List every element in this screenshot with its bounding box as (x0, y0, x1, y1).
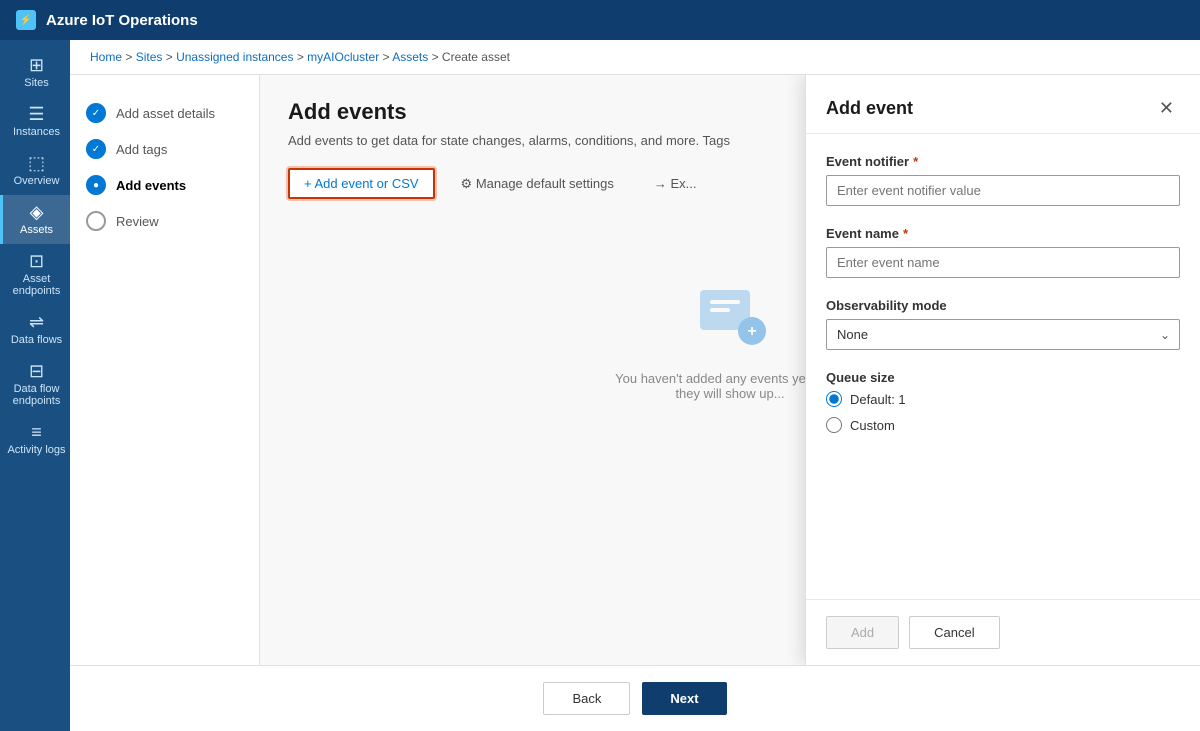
overview-icon: ⬚ (28, 154, 45, 172)
svg-text:+: + (747, 323, 756, 340)
main-content: Add events Add events to get data for st… (260, 75, 1200, 665)
main-layout: ⊞ Sites ☰ Instances ⬚ Overview ◈ Assets … (0, 40, 1200, 731)
observability-mode-label: Observability mode (826, 298, 1180, 313)
step-circle-4 (86, 211, 106, 231)
observability-mode-group: Observability mode None Log Gauge Counte… (826, 298, 1180, 350)
breadcrumb-assets[interactable]: Assets (392, 50, 428, 64)
data-flow-endpoints-icon: ⊟ (29, 362, 44, 380)
activity-logs-icon: ≡ (31, 423, 42, 441)
sidebar-item-data-flows[interactable]: ⇌ Data flows (0, 305, 70, 354)
step-circle-1: ✓ (86, 103, 106, 123)
breadcrumb-unassigned[interactable]: Unassigned instances (176, 50, 293, 64)
page-body: ✓ Add asset details ✓ Add tags ● Add eve… (70, 75, 1200, 665)
sidebar-label-instances: Instances (13, 126, 60, 138)
step-label-3: Add events (116, 178, 186, 193)
breadcrumb: Home > Sites > Unassigned instances > my… (70, 40, 1200, 75)
observability-mode-select[interactable]: None Log Gauge Counter (826, 319, 1180, 350)
sidebar-label-activity-logs: Activity logs (7, 444, 65, 456)
event-notifier-group: Event notifier * (826, 154, 1180, 206)
queue-size-custom-radio[interactable] (826, 417, 842, 433)
next-button[interactable]: Next (642, 682, 726, 715)
event-name-label: Event name * (826, 226, 1180, 241)
page-description: Add events to get data for state changes… (288, 133, 888, 148)
breadcrumb-home[interactable]: Home (90, 50, 122, 64)
queue-size-label: Queue size (826, 370, 1180, 385)
breadcrumb-sites[interactable]: Sites (136, 50, 163, 64)
asset-endpoints-icon: ⊡ (29, 252, 44, 270)
add-event-label: + Add event or CSV (304, 176, 419, 191)
panel-add-button[interactable]: Add (826, 616, 899, 649)
sidebar-label-overview: Overview (14, 175, 60, 187)
sites-icon: ⊞ (29, 56, 44, 74)
sidebar-item-overview[interactable]: ⬚ Overview (0, 146, 70, 195)
queue-size-custom-option[interactable]: Custom (826, 417, 1180, 433)
sidebar: ⊞ Sites ☰ Instances ⬚ Overview ◈ Assets … (0, 40, 70, 731)
panel-header: Add event ✕ (806, 75, 1200, 134)
data-flows-icon: ⇌ (29, 313, 44, 331)
panel-title: Add event (826, 98, 913, 119)
bottom-bar: Back Next (70, 665, 1200, 731)
step-label-4: Review (116, 214, 159, 229)
breadcrumb-cluster[interactable]: myAIOcluster (307, 50, 379, 64)
sidebar-item-asset-endpoints[interactable]: ⊡ Asset endpoints (0, 244, 70, 305)
sidebar-label-asset-endpoints: Asset endpoints (7, 273, 66, 297)
queue-size-default-option[interactable]: Default: 1 (826, 391, 1180, 407)
event-name-required: * (903, 226, 908, 241)
step-add-asset-details[interactable]: ✓ Add asset details (86, 95, 243, 131)
panel-body: Event notifier * Event name * (806, 134, 1200, 599)
empty-state-illustration: + (690, 275, 770, 355)
panel-cancel-button[interactable]: Cancel (909, 616, 999, 649)
panel-footer: Add Cancel (806, 599, 1200, 665)
sidebar-item-data-flow-endpoints[interactable]: ⊟ Data flow endpoints (0, 354, 70, 415)
empty-state-subtext: they will show up... (675, 386, 784, 401)
export-button[interactable]: → Ex... (640, 170, 711, 197)
sidebar-label-data-flow-endpoints: Data flow endpoints (7, 383, 66, 407)
sidebar-item-assets[interactable]: ◈ Assets (0, 195, 70, 244)
step-review[interactable]: Review (86, 203, 243, 239)
sidebar-label-sites: Sites (24, 77, 48, 89)
event-notifier-required: * (913, 154, 918, 169)
event-name-input[interactable] (826, 247, 1180, 278)
queue-size-radio-group: Default: 1 Custom (826, 391, 1180, 433)
step-circle-2: ✓ (86, 139, 106, 159)
step-add-tags[interactable]: ✓ Add tags (86, 131, 243, 167)
event-notifier-label: Event notifier * (826, 154, 1180, 169)
app-icon: ⚡ (16, 10, 36, 30)
step-label-2: Add tags (116, 142, 167, 157)
sidebar-item-activity-logs[interactable]: ≡ Activity logs (0, 415, 70, 464)
add-event-button[interactable]: + Add event or CSV (288, 168, 435, 199)
sidebar-item-sites[interactable]: ⊞ Sites (0, 48, 70, 97)
queue-size-group: Queue size Default: 1 Custom (826, 370, 1180, 433)
add-event-panel: Add event ✕ Event notifier * (805, 75, 1200, 665)
observability-mode-select-wrapper: None Log Gauge Counter ⌄ (826, 319, 1180, 350)
app-title: Azure IoT Operations (46, 12, 198, 29)
back-button[interactable]: Back (543, 682, 630, 715)
queue-size-custom-label: Custom (850, 418, 895, 433)
export-label: → Ex... (654, 176, 697, 191)
event-notifier-input[interactable] (826, 175, 1180, 206)
breadcrumb-current: Create asset (442, 50, 510, 64)
sidebar-label-data-flows: Data flows (11, 334, 62, 346)
queue-size-default-radio[interactable] (826, 391, 842, 407)
sidebar-label-assets: Assets (20, 224, 53, 236)
manage-default-settings-button[interactable]: ⚙ Manage default settings (447, 170, 628, 198)
assets-icon: ◈ (30, 203, 44, 221)
instances-icon: ☰ (28, 105, 44, 123)
panel-close-button[interactable]: ✕ (1153, 95, 1180, 121)
queue-size-default-label: Default: 1 (850, 392, 906, 407)
top-bar: ⚡ Azure IoT Operations (0, 0, 1200, 40)
step-nav: ✓ Add asset details ✓ Add tags ● Add eve… (70, 75, 260, 665)
event-name-group: Event name * (826, 226, 1180, 278)
sidebar-item-instances[interactable]: ☰ Instances (0, 97, 70, 146)
step-circle-3: ● (86, 175, 106, 195)
manage-label: ⚙ Manage default settings (461, 176, 614, 192)
content-area: Home > Sites > Unassigned instances > my… (70, 40, 1200, 731)
step-add-events[interactable]: ● Add events (86, 167, 243, 203)
step-label-1: Add asset details (116, 106, 215, 121)
